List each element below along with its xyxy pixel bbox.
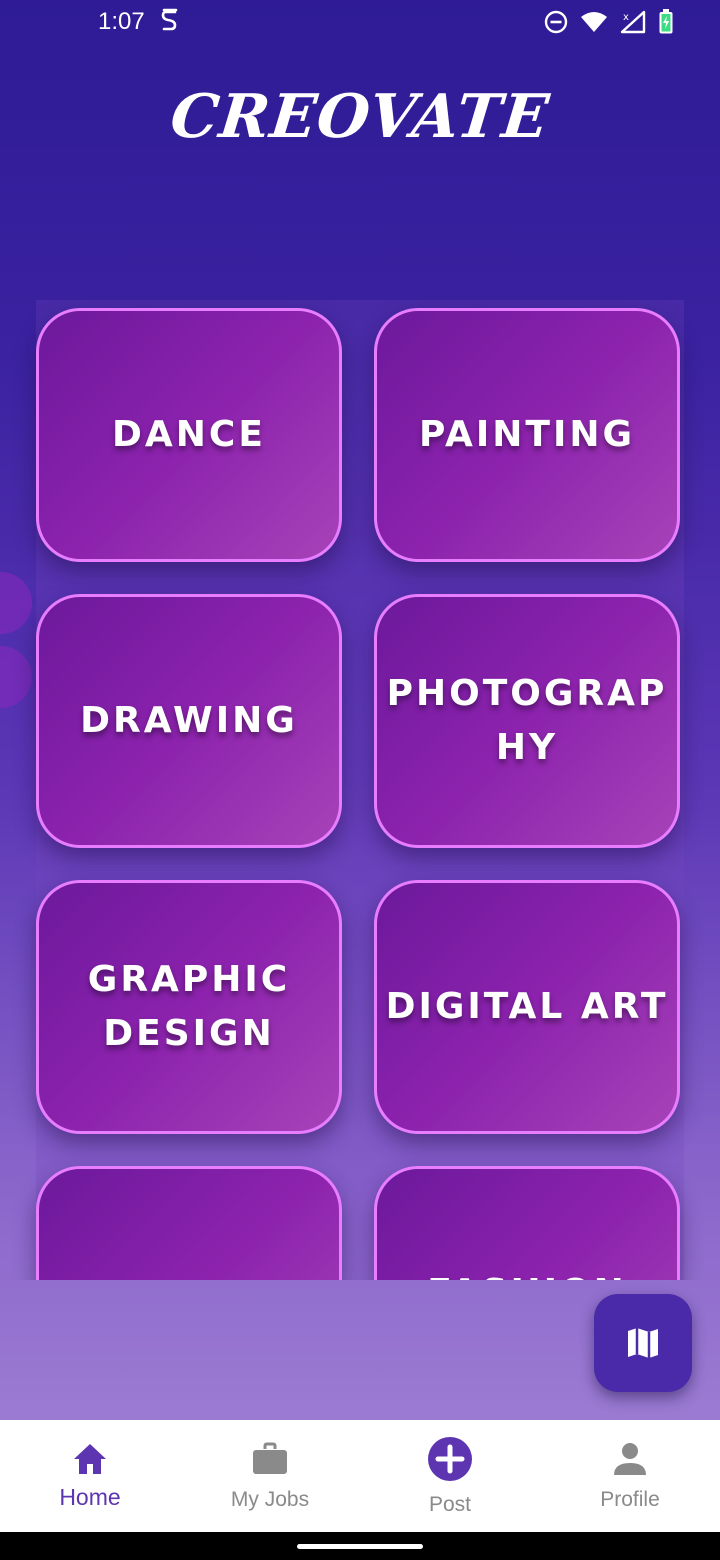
map-fab-button[interactable]: [594, 1294, 692, 1392]
app-screen: 1:07 x CREOVATE DANCE PAINTING DRAWING P…: [0, 0, 720, 1420]
add-circle-icon: [428, 1437, 472, 1481]
category-card-fashion[interactable]: FASHION: [374, 1166, 680, 1280]
nav-item-my-jobs[interactable]: My Jobs: [180, 1420, 360, 1532]
category-card-digital-art[interactable]: DIGITAL ART: [374, 880, 680, 1134]
system-gesture-bar: [0, 1532, 720, 1560]
status-time: 1:07: [98, 8, 145, 35]
category-label: GRAPHIC DESIGN: [87, 959, 291, 1054]
map-icon: [628, 1328, 658, 1358]
bottom-navigation: Home My Jobs Post Profile: [0, 1420, 720, 1532]
category-card-drawing[interactable]: DRAWING: [36, 594, 342, 848]
category-label: FASHION: [419, 1266, 635, 1280]
status-icons: x: [544, 9, 674, 35]
battery-charging-icon: [659, 9, 673, 34]
category-card-graphic-design[interactable]: GRAPHIC DESIGN: [36, 880, 342, 1134]
nav-label-home: Home: [59, 1484, 121, 1510]
app-title: CREOVATE: [167, 82, 553, 152]
category-card-photography[interactable]: PHOTOGRAPHY: [374, 594, 680, 848]
category-card-dance[interactable]: DANCE: [36, 308, 342, 562]
nav-item-home[interactable]: Home: [0, 1420, 180, 1532]
category-label: DIGITAL ART: [385, 986, 669, 1027]
nav-label-profile: Profile: [600, 1488, 660, 1511]
nav-label-post: Post: [428, 1493, 472, 1516]
home-indicator[interactable]: [297, 1544, 423, 1549]
category-label: PAINTING: [418, 414, 636, 455]
category-grid[interactable]: DANCE PAINTING DRAWING PHOTOGRAPHY GRAPH…: [0, 300, 720, 1280]
category-card-painting[interactable]: PAINTING: [374, 308, 680, 562]
briefcase-icon: [253, 1442, 287, 1474]
category-label: DANCE: [112, 414, 266, 455]
wifi-icon: [581, 12, 607, 32]
nav-item-post[interactable]: Post: [360, 1420, 540, 1532]
category-card-partial[interactable]: [36, 1166, 342, 1280]
signal-icon: x: [620, 10, 646, 34]
do-not-disturb-icon: [544, 10, 568, 34]
notification-s-icon: [161, 8, 178, 31]
nav-label-my-jobs: My Jobs: [230, 1488, 310, 1511]
svg-text:x: x: [623, 12, 629, 23]
home-icon: [74, 1444, 106, 1474]
category-label: PHOTOGRAPHY: [386, 673, 668, 768]
nav-item-profile[interactable]: Profile: [540, 1420, 720, 1532]
category-label: DRAWING: [80, 700, 298, 741]
person-icon: [614, 1443, 646, 1475]
status-bar: 1:07 x: [0, 0, 720, 44]
